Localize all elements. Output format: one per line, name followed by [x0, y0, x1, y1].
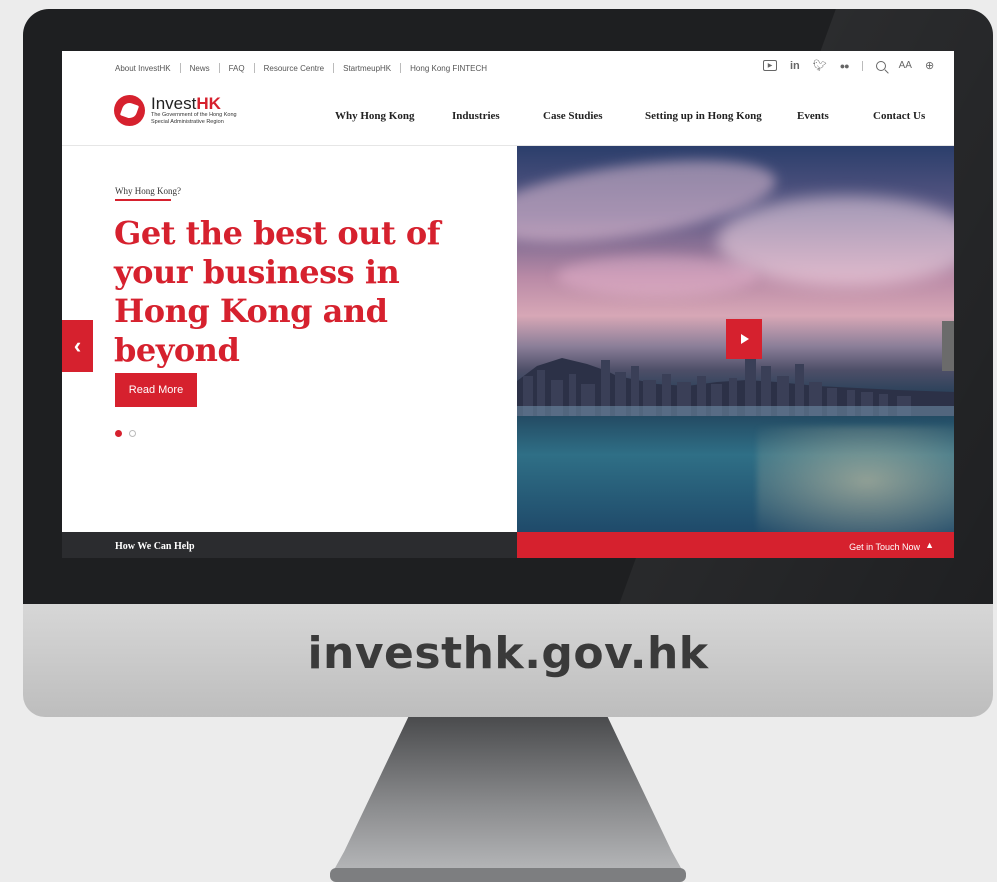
logo-subtitle: The Government of the Hong Kong Special …: [151, 112, 237, 125]
utility-link-faq[interactable]: FAQ: [220, 64, 254, 73]
nav-industries[interactable]: Industries: [452, 110, 500, 122]
hero-headline: Get the best out of your business in Hon…: [114, 214, 440, 369]
hero-eyebrow[interactable]: Why Hong Kong?: [115, 186, 181, 196]
youtube-icon[interactable]: ▶: [763, 60, 777, 71]
water-reflection: [757, 426, 954, 532]
utility-link-about[interactable]: About InvestHK: [115, 64, 180, 73]
carousel-dots: [115, 430, 136, 437]
cloud: [557, 256, 757, 296]
utility-link-news[interactable]: News: [181, 64, 219, 73]
nav-why-hong-kong[interactable]: Why Hong Kong: [335, 110, 414, 122]
bauhinia-emblem-icon: [114, 95, 145, 126]
carousel-dot-1[interactable]: [115, 430, 122, 437]
font-size-icon[interactable]: AA: [899, 60, 912, 71]
chevron-up-icon: ▲: [925, 540, 934, 550]
read-more-button[interactable]: Read More: [115, 373, 197, 407]
play-video-button[interactable]: [726, 319, 762, 359]
flickr-icon[interactable]: ●●: [840, 61, 850, 71]
utility-link-resource-centre[interactable]: Resource Centre: [255, 64, 333, 73]
utility-bar: About InvestHK News FAQ Resource Centre …: [62, 51, 954, 87]
monitor-base: [330, 868, 686, 882]
divider: [861, 60, 863, 71]
hero-text-panel: Why Hong Kong? Get the best out of your …: [62, 146, 517, 532]
twitter-icon[interactable]: 🐦︎: [813, 59, 827, 72]
eyebrow-underline: [115, 199, 171, 201]
utility-link-fintech[interactable]: Hong Kong FINTECH: [401, 64, 496, 73]
carousel-prev-button[interactable]: ‹: [62, 320, 93, 372]
nav-case-studies[interactable]: Case Studies: [543, 110, 603, 122]
logo-text: InvestHK The Government of the Hong Kong…: [151, 94, 251, 125]
monitor-caption: investhk.gov.hk: [307, 628, 709, 679]
nav-events[interactable]: Events: [797, 110, 829, 122]
nav-setting-up[interactable]: Setting up in Hong Kong: [645, 110, 762, 122]
logo-brand: InvestHK: [151, 94, 221, 113]
monitor-stand: [330, 717, 686, 877]
search-icon[interactable]: [875, 60, 886, 71]
carousel-next-button[interactable]: [942, 321, 954, 371]
nav-contact-us[interactable]: Contact Us: [873, 110, 925, 122]
how-we-can-help-label: How We Can Help: [115, 541, 195, 552]
get-in-touch-label: Get in Touch Now: [849, 542, 920, 552]
carousel-dot-2[interactable]: [129, 430, 136, 437]
utility-icons: ▶ in 🐦︎ ●● AA ⊕: [763, 59, 934, 72]
hero-image-hong-kong-skyline: [517, 146, 954, 532]
how-we-can-help-bar[interactable]: How We Can Help: [62, 532, 517, 558]
get-in-touch-bar[interactable]: Get in Touch Now ▲: [517, 532, 954, 558]
website-screen: About InvestHK News FAQ Resource Centre …: [62, 51, 954, 558]
utility-links: About InvestHK News FAQ Resource Centre …: [115, 63, 496, 73]
utility-link-startmeuphk[interactable]: StartmeupHK: [334, 64, 400, 73]
main-navbar: InvestHK The Government of the Hong Kong…: [62, 87, 954, 146]
chevron-left-icon: ‹: [73, 333, 82, 358]
globe-icon[interactable]: ⊕: [925, 59, 934, 72]
investhk-logo[interactable]: InvestHK The Government of the Hong Kong…: [114, 95, 251, 126]
linkedin-icon[interactable]: in: [790, 60, 800, 72]
